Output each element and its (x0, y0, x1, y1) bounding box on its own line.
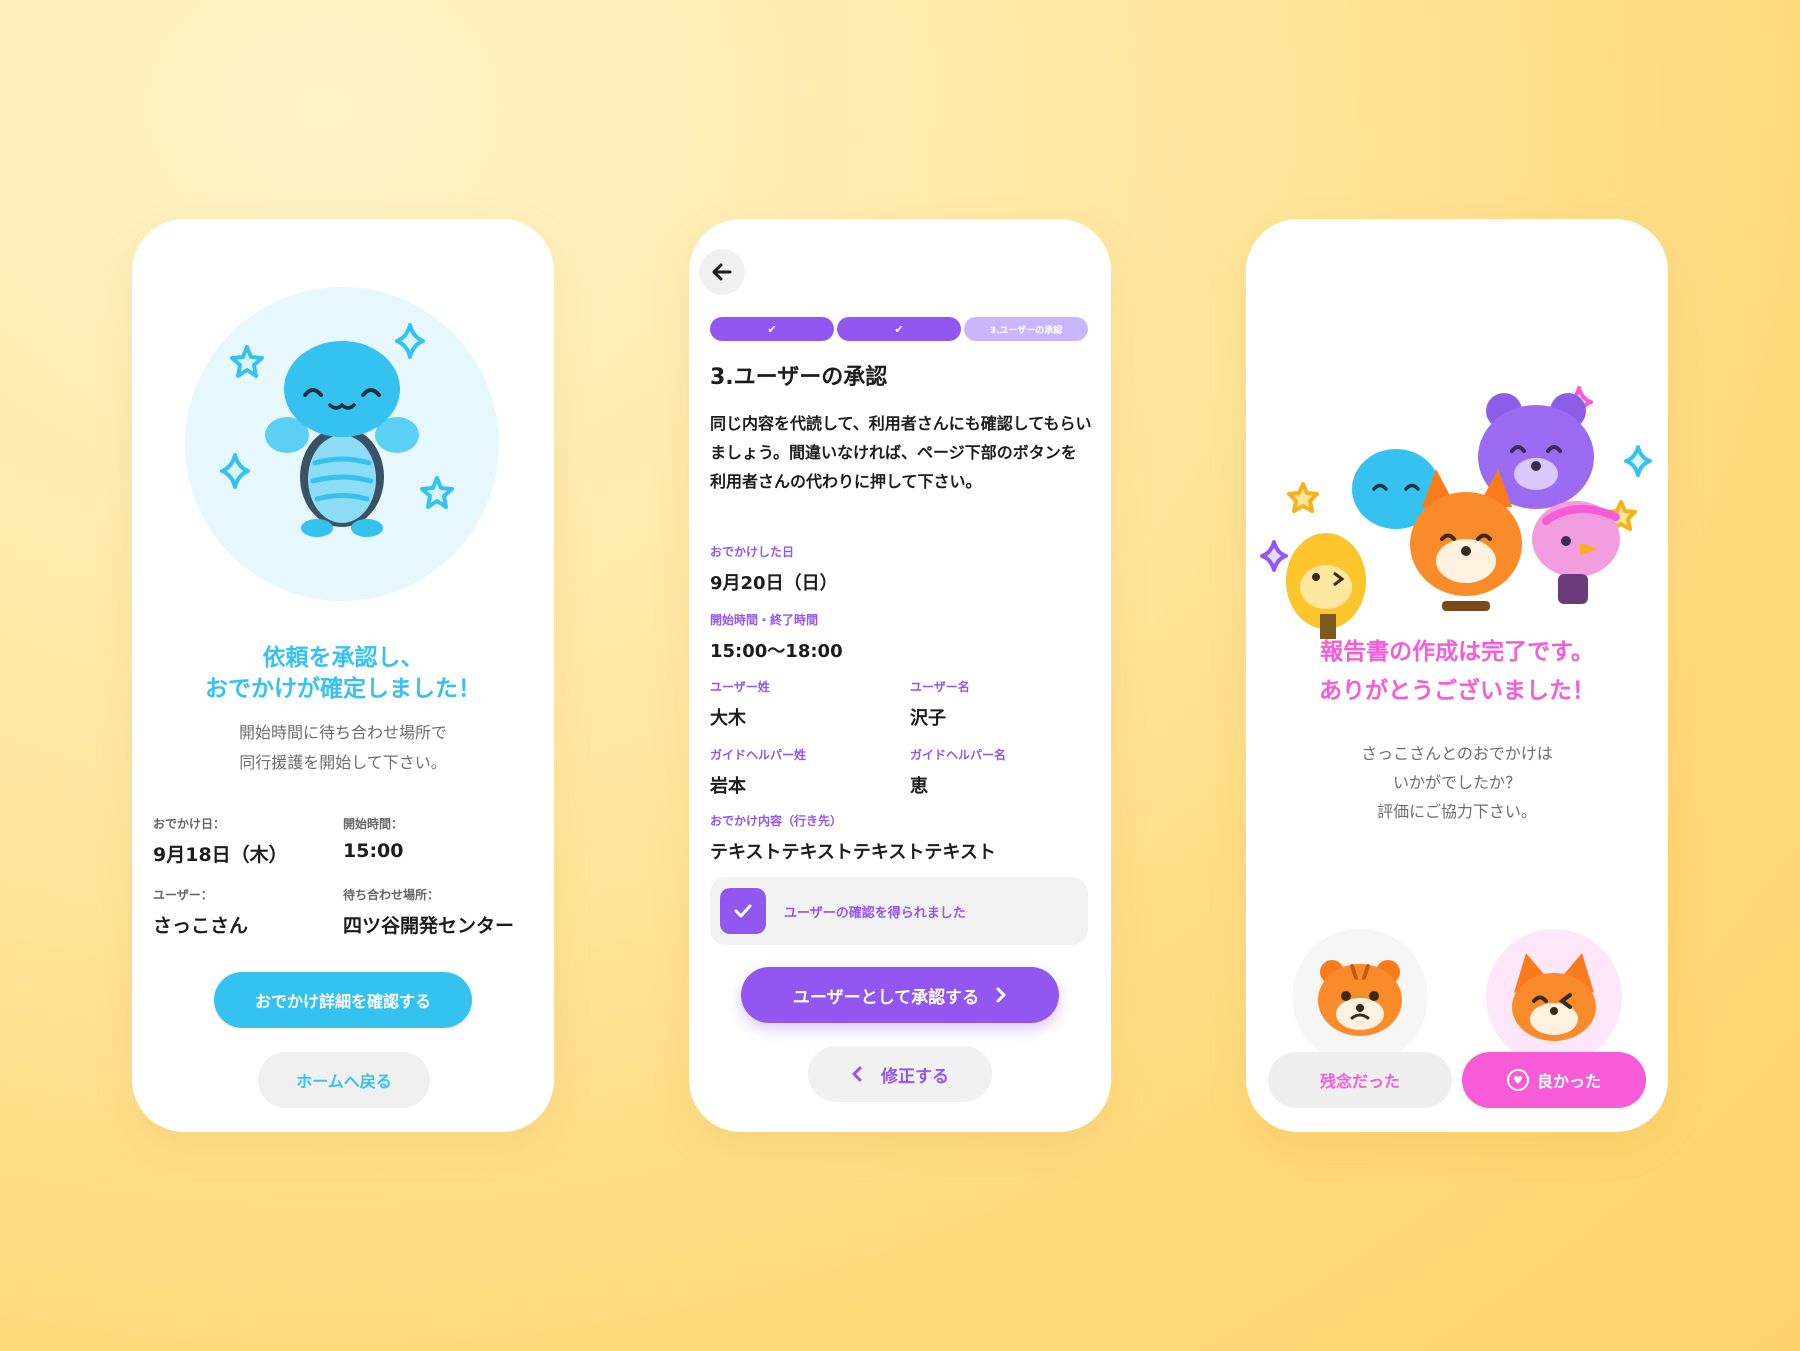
edit-button[interactable]: 修正する (808, 1046, 992, 1102)
field-value: 大木 (710, 708, 746, 729)
heart-icon: ♥ (1506, 1069, 1529, 1091)
arrow-left-icon (712, 263, 732, 281)
approval-complete-screen: 依頼を承認し、 おでかけが確定しました！ 開始時間に待ち合わせ場所で 同行援護を… (132, 219, 554, 1132)
user-first-name-field: ユーザー名 沢子 (910, 678, 970, 730)
section-title: 3.ユーザーの承認 (710, 365, 888, 390)
prompt-line: さっこさんとのおでかけは (1361, 744, 1553, 763)
info-label: 開始時間： (343, 817, 404, 831)
check-icon (734, 904, 752, 918)
rating-prompt: さっこさんとのおでかけは いかがでしたか？ 評価にご協力下さい。 (1246, 739, 1668, 826)
info-value: 9月18日（木） (153, 844, 288, 866)
completion-title: 報告書の作成は完了です。 ありがとうございました！ (1246, 633, 1668, 711)
disappointed-tiger-face (1292, 929, 1428, 1065)
step-2-complete: ✔ (837, 317, 961, 341)
field-label: ガイドヘルパー姓 (710, 748, 807, 762)
field-label: 開始時間・終了時間 (710, 613, 819, 627)
confirmation-title: 依頼を承認し、 おでかけが確定しました！ (132, 643, 554, 705)
info-label: 待ち合わせ場所： (343, 888, 440, 902)
field-label: ユーザー名 (910, 680, 970, 694)
outing-content-field: おでかけ内容（行き先） テキストテキストテキストテキスト (710, 812, 996, 864)
field-value: 9月20日（日） (710, 573, 838, 594)
back-to-home-button[interactable]: ホームへ戻る (258, 1052, 430, 1108)
field-value: 岩本 (710, 776, 746, 797)
report-complete-screen: 報告書の作成は完了です。 ありがとうございました！ さっこさんとのおでかけは い… (1246, 219, 1668, 1132)
sparkle-icon (1260, 540, 1288, 572)
happy-fox-face (1486, 929, 1622, 1065)
info-value: 四ツ谷開発センター (343, 915, 515, 937)
info-label: ユーザー： (153, 888, 213, 902)
back-button[interactable] (699, 249, 745, 295)
tiger-face-icon (1318, 960, 1402, 1036)
turtle-mascot-illustration (185, 287, 499, 601)
sparkle-icon (1624, 445, 1652, 477)
meeting-place-item: 待ち合わせ場所： 四ツ谷開発センター (343, 886, 533, 938)
field-value: 15:00〜18:00 (710, 641, 843, 662)
instruction-line: 開始時間に待ち合わせ場所で (238, 723, 447, 742)
field-label: おでかけした日 (710, 545, 795, 559)
field-value: 恵 (910, 776, 928, 797)
instruction-text: 開始時間に待ち合わせ場所で 同行援護を開始して下さい。 (132, 718, 554, 778)
field-label: おでかけ内容（行き先） (710, 814, 843, 828)
prompt-line: いかがでしたか？ (1392, 773, 1521, 792)
outing-summary: おでかけ日： 9月18日（木） 開始時間： 15:00 ユーザー： さっこさん … (153, 815, 533, 938)
user-confirmation-checkbox-row[interactable]: ユーザーの確認を得られました (710, 877, 1088, 945)
user-last-name-field: ユーザー姓 大木 (710, 678, 770, 730)
title-line: 依頼を承認し、 (262, 645, 424, 671)
good-button-label: 良かった (1536, 1072, 1601, 1091)
title-line: 報告書の作成は完了です。 (1320, 639, 1594, 665)
helper-last-name-field: ガイドヘルパー姓 岩本 (710, 746, 806, 798)
start-time-item: 開始時間： 15:00 (343, 815, 533, 867)
fox-face-icon (1512, 953, 1596, 1041)
approve-as-user-button[interactable]: ユーザーとして承認する (741, 967, 1059, 1023)
chevron-left-icon (852, 1066, 862, 1082)
title-line: ありがとうございました！ (1319, 678, 1595, 704)
title-line: おでかけが確定しました！ (205, 676, 481, 702)
outing-date-item: おでかけ日： 9月18日（木） (153, 815, 343, 867)
field-value: 沢子 (910, 708, 946, 729)
step-3-current: 3.ユーザーの承認 (964, 317, 1088, 341)
mascot-group-illustration (1260, 386, 1652, 639)
chevron-right-icon (996, 987, 1006, 1003)
outing-date-field: おでかけした日 9月20日（日） (710, 543, 838, 595)
star-icon (1287, 482, 1319, 513)
field-label: ガイドヘルパー名 (910, 748, 1007, 762)
field-label: ユーザー姓 (710, 680, 770, 694)
time-range-field: 開始時間・終了時間 15:00〜18:00 (710, 611, 843, 663)
view-outing-details-button[interactable]: おでかけ詳細を確認する (214, 972, 472, 1028)
field-value: テキストテキストテキストテキスト (710, 842, 996, 863)
user-approval-screen: ✔ ✔ 3.ユーザーの承認 3.ユーザーの承認 同じ内容を代読して、利用者さんに… (689, 219, 1111, 1132)
confirmation-checkbox[interactable] (720, 888, 766, 934)
approve-button-label: ユーザーとして承認する (792, 987, 980, 1008)
description-text: 同じ内容を代読して、利用者さんにも確認してもらいましょう。間違いなければ、ページ… (710, 414, 1092, 491)
instruction-line: 同行援護を開始して下さい。 (239, 753, 447, 772)
disappointed-rating-button[interactable]: 残念だった (1268, 1052, 1452, 1108)
user-item: ユーザー： さっこさん (153, 886, 343, 938)
prompt-line: 評価にご協力下さい。 (1377, 802, 1537, 821)
info-value: 15:00 (343, 840, 404, 862)
progress-stepper: ✔ ✔ 3.ユーザーの承認 (710, 317, 1088, 341)
confirmation-label: ユーザーの確認を得られました (784, 905, 966, 921)
info-value: さっこさん (153, 915, 249, 937)
step-1-complete: ✔ (710, 317, 834, 341)
helper-first-name-field: ガイドヘルパー名 恵 (910, 746, 1006, 798)
edit-button-label: 修正する (881, 1066, 949, 1087)
good-rating-button[interactable]: ♥ 良かった (1462, 1052, 1646, 1108)
info-label: おでかけ日： (153, 817, 226, 831)
